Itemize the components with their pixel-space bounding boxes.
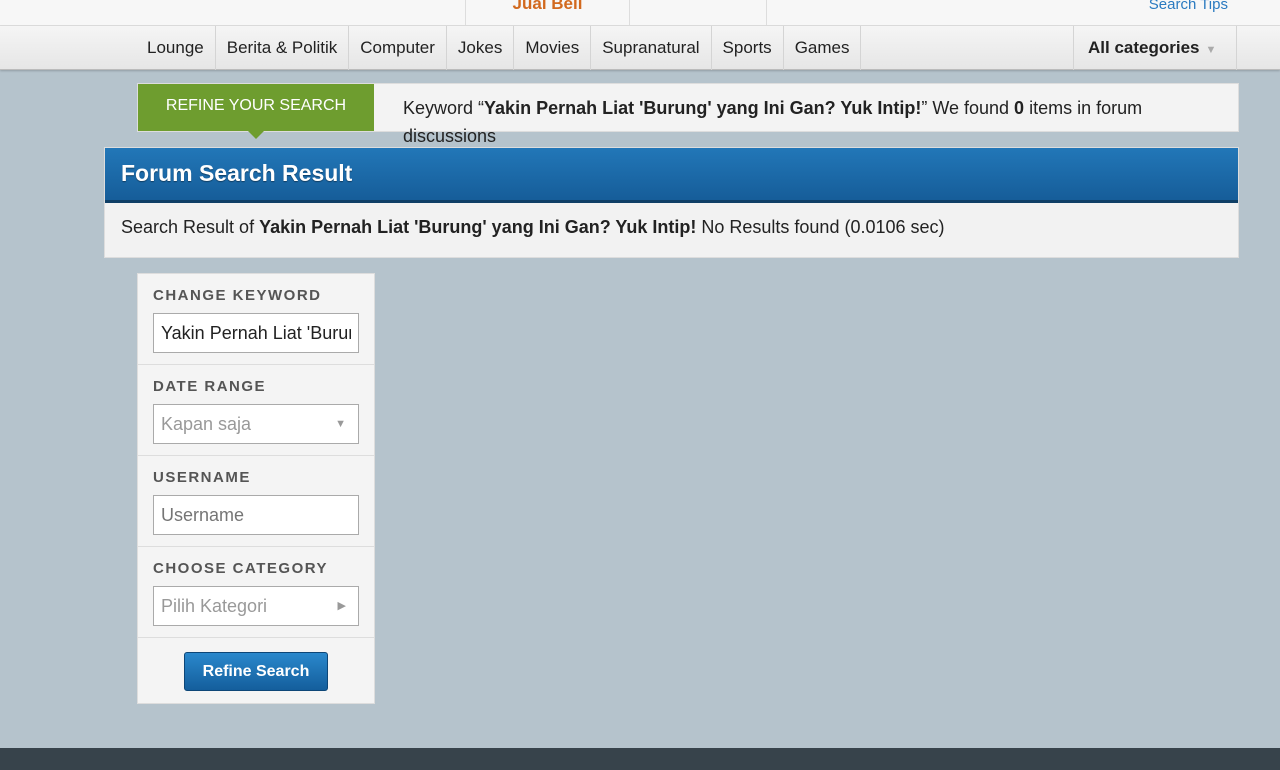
nav-item-jokes[interactable]: Jokes — [447, 26, 515, 70]
all-categories-label: All categories — [1088, 38, 1200, 57]
kw-prefix: Keyword “ — [403, 98, 485, 118]
refine-your-search-tag: REFINE YOUR SEARCH — [138, 84, 374, 139]
kw-keyword: Yakin Pernah Liat 'Burung' yang Ini Gan?… — [484, 98, 922, 118]
result-title: Forum Search Result — [105, 148, 1238, 203]
category-value: Pilih Kategori — [161, 596, 268, 616]
nav-item-sports[interactable]: Sports — [712, 26, 784, 70]
keyword-input[interactable] — [153, 313, 359, 353]
nav-item-games[interactable]: Games — [784, 26, 862, 70]
res-keyword: Yakin Pernah Liat 'Burung' yang Ini Gan?… — [259, 217, 697, 237]
chevron-right-icon: ▶ — [337, 600, 346, 612]
refine-search-button[interactable]: Refine Search — [184, 652, 328, 691]
date-range-select[interactable]: Kapan saja ▼ — [153, 404, 359, 444]
res-status: No Results found (0.0106 sec) — [696, 217, 945, 237]
keyword-summary: Keyword “Yakin Pernah Liat 'Burung' yang… — [403, 94, 1223, 150]
caret-down-icon: ▼ — [1205, 44, 1217, 56]
nav-item-berita-politik[interactable]: Berita & Politik — [216, 26, 350, 70]
nav-item-lounge[interactable]: Lounge — [136, 26, 216, 70]
kw-mid: ” We found — [921, 98, 1015, 118]
res-prefix: Search Result of — [121, 217, 260, 237]
category-nav: Lounge Berita & Politik Computer Jokes Movie… — [0, 26, 1280, 70]
date-range-value: Kapan saja — [161, 414, 252, 434]
nav-item-computer[interactable]: Computer — [349, 26, 447, 70]
date-range-label: DATE RANGE — [153, 378, 267, 395]
keyword-label: CHANGE KEYWORD — [153, 287, 322, 304]
search-tips-link[interactable]: Search Tips — [1149, 0, 1228, 13]
divider — [766, 0, 767, 26]
footer — [0, 748, 1280, 770]
jual-beli-link[interactable]: Jual Beli — [465, 0, 630, 26]
nav-item-movies[interactable]: Movies — [514, 26, 592, 70]
top-bar: Jual Beli Search Tips — [0, 0, 1280, 26]
forum-search-result: Forum Search Result Search Result of Yak… — [104, 147, 1239, 258]
refine-panel: CHANGE KEYWORD DATE RANGE Kapan saja ▼ US… — [137, 273, 375, 704]
username-label: USERNAME — [153, 469, 251, 486]
all-categories-dropdown[interactable]: All categories ▼ — [1073, 26, 1237, 70]
kw-count: 0 — [1014, 98, 1025, 118]
chevron-down-icon: ▼ — [335, 418, 346, 430]
category-select[interactable]: Pilih Kategori ▶ — [153, 586, 359, 626]
refine-banner: REFINE YOUR SEARCH Keyword “Yakin Pernah… — [137, 83, 1239, 146]
result-summary: Search Result of Yakin Pernah Liat 'Buru… — [105, 203, 1238, 252]
username-input[interactable] — [153, 495, 359, 535]
nav-item-supranatural[interactable]: Supranatural — [591, 26, 712, 70]
category-label: CHOOSE CATEGORY — [153, 560, 329, 577]
